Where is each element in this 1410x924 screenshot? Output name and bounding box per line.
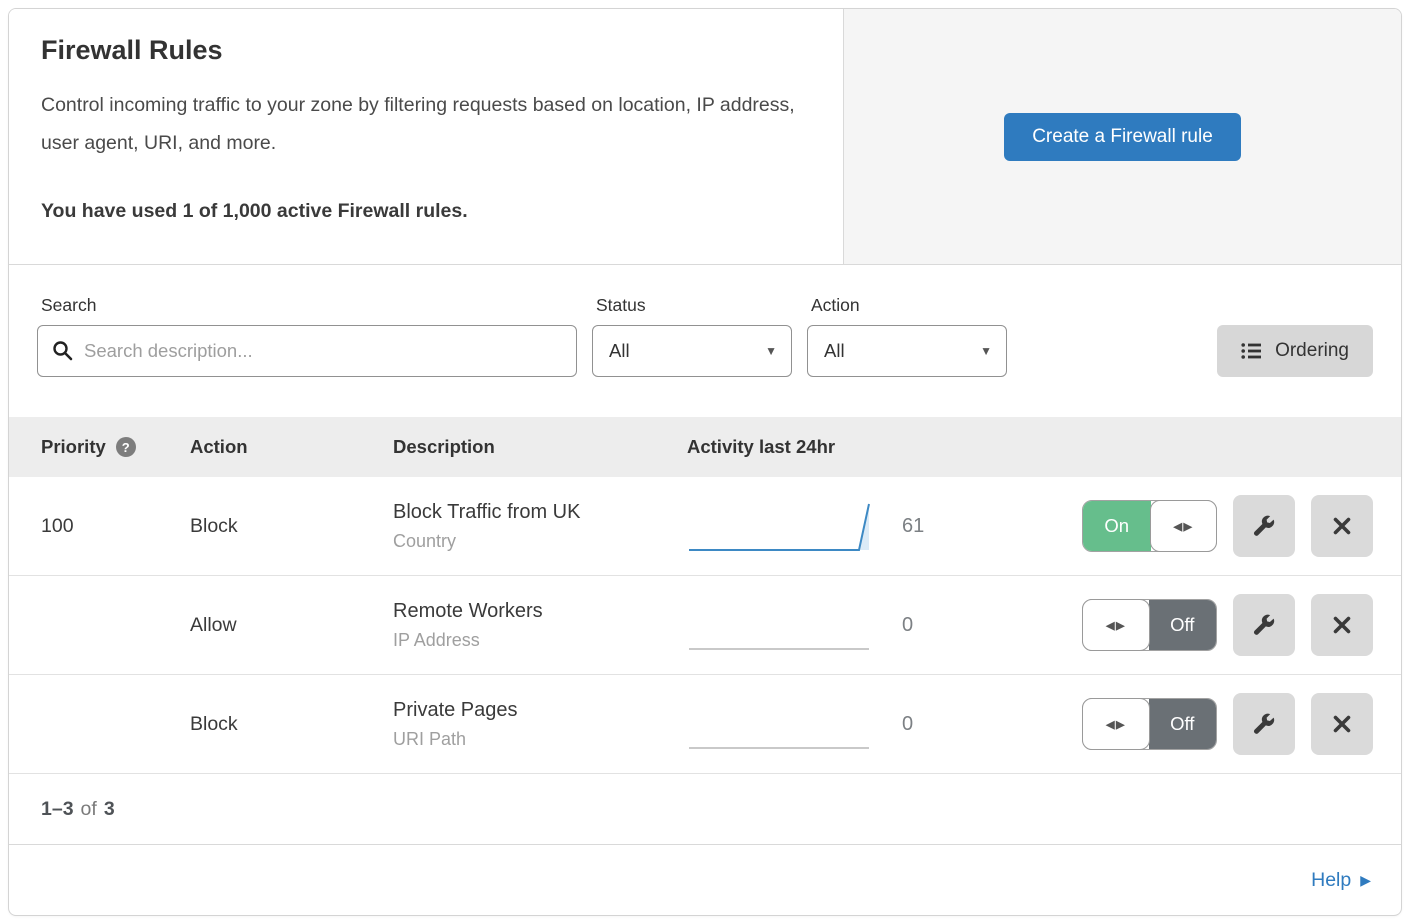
- toggle-on-label: On: [1083, 501, 1151, 551]
- rule-match-type: URI Path: [393, 729, 687, 750]
- header-action-panel: Create a Firewall rule: [844, 9, 1401, 264]
- chevron-down-icon: ▼: [765, 344, 777, 358]
- description-cell: Block Traffic from UK Country: [393, 501, 687, 552]
- page-description: Control incoming traffic to your zone by…: [41, 86, 803, 162]
- description-cell: Remote Workers IP Address: [393, 600, 687, 651]
- column-header-description: Description: [393, 436, 687, 458]
- toggle-handle-icon: ◂▸: [1082, 599, 1150, 651]
- search-label: Search: [37, 295, 577, 316]
- rule-match-type: IP Address: [393, 630, 687, 651]
- edit-rule-button[interactable]: [1233, 594, 1295, 656]
- rule-match-type: Country: [393, 531, 687, 552]
- rule-enabled-toggle[interactable]: ◂▸ Off: [1082, 698, 1217, 750]
- help-bar: Help ▶: [9, 844, 1401, 915]
- search-icon: [51, 339, 75, 363]
- delete-rule-button[interactable]: [1311, 594, 1373, 656]
- status-select[interactable]: All ▼: [592, 325, 792, 377]
- action-select[interactable]: All ▼: [807, 325, 1007, 377]
- activity-count: 61: [902, 515, 992, 538]
- toggle-off-label: Off: [1149, 699, 1217, 749]
- search-input[interactable]: [37, 325, 577, 377]
- pagination-bar: 1–3 of 3: [9, 774, 1401, 844]
- column-header-activity: Activity last 24hr: [687, 436, 835, 458]
- close-icon: [1330, 514, 1354, 538]
- toggle-off-label: Off: [1149, 600, 1217, 650]
- table-row: Allow Remote Workers IP Address 0 ◂▸ Off: [9, 576, 1401, 675]
- rule-enabled-toggle[interactable]: On ◂▸: [1082, 500, 1217, 552]
- action-field-group: Action All ▼: [807, 295, 1007, 377]
- close-icon: [1330, 613, 1354, 637]
- activity-sparkline-cell: [687, 494, 902, 558]
- row-controls: ◂▸ Off: [1082, 594, 1401, 656]
- status-selected-value: All: [609, 340, 630, 362]
- activity-sparkline-cell: [687, 593, 902, 657]
- activity-sparkline: [687, 593, 887, 657]
- pagination-of: of: [81, 798, 97, 821]
- status-label: Status: [592, 295, 792, 316]
- table-row: Block Private Pages URI Path 0 ◂▸ Off: [9, 675, 1401, 774]
- action-cell: Block: [190, 515, 393, 538]
- action-label: Action: [807, 295, 1007, 316]
- delete-rule-button[interactable]: [1311, 495, 1373, 557]
- activity-sparkline: [687, 692, 887, 756]
- activity-sparkline: [687, 494, 887, 558]
- rule-description: Block Traffic from UK: [393, 501, 687, 524]
- priority-help-icon[interactable]: ?: [116, 437, 136, 457]
- column-header-action: Action: [190, 436, 393, 458]
- firewall-rules-card: Firewall Rules Control incoming traffic …: [8, 8, 1402, 916]
- activity-count: 0: [902, 713, 992, 736]
- status-field-group: Status All ▼: [592, 295, 792, 377]
- row-controls: On ◂▸: [1082, 495, 1401, 557]
- help-link[interactable]: Help ▶: [1311, 869, 1371, 892]
- help-link-label: Help: [1311, 869, 1351, 892]
- pagination-total: 3: [104, 798, 115, 821]
- priority-cell: 100: [9, 515, 190, 538]
- ordering-button-label: Ordering: [1275, 340, 1349, 362]
- edit-rule-button[interactable]: [1233, 495, 1295, 557]
- pagination-range: 1–3: [41, 798, 74, 821]
- rule-description: Remote Workers: [393, 600, 687, 623]
- page-title: Firewall Rules: [41, 35, 803, 66]
- usage-summary: You have used 1 of 1,000 active Firewall…: [41, 200, 803, 223]
- activity-count: 0: [902, 614, 992, 637]
- action-selected-value: All: [824, 340, 845, 362]
- table-row: 100 Block Block Traffic from UK Country …: [9, 477, 1401, 576]
- column-header-priority: Priority ?: [9, 436, 190, 458]
- wrench-icon: [1251, 711, 1277, 737]
- wrench-icon: [1251, 612, 1277, 638]
- filter-bar: Search Status All ▼ Action All ▼: [9, 265, 1401, 417]
- action-cell: Block: [190, 713, 393, 736]
- priority-header-label: Priority: [41, 436, 106, 458]
- table-header-row: Priority ? Action Description Activity l…: [9, 417, 1401, 477]
- wrench-icon: [1251, 513, 1277, 539]
- action-cell: Allow: [190, 614, 393, 637]
- header-text-panel: Firewall Rules Control incoming traffic …: [9, 9, 844, 264]
- toggle-handle-icon: ◂▸: [1082, 698, 1150, 750]
- header-section: Firewall Rules Control incoming traffic …: [9, 9, 1401, 265]
- search-box: [37, 325, 577, 377]
- close-icon: [1330, 712, 1354, 736]
- toggle-handle-icon: ◂▸: [1150, 500, 1218, 552]
- delete-rule-button[interactable]: [1311, 693, 1373, 755]
- list-icon: [1241, 342, 1263, 360]
- row-controls: ◂▸ Off: [1082, 693, 1401, 755]
- description-cell: Private Pages URI Path: [393, 699, 687, 750]
- create-firewall-rule-button[interactable]: Create a Firewall rule: [1004, 113, 1241, 161]
- ordering-button[interactable]: Ordering: [1217, 325, 1373, 377]
- activity-sparkline-cell: [687, 692, 902, 756]
- rule-description: Private Pages: [393, 699, 687, 722]
- search-field-group: Search: [37, 295, 577, 377]
- rule-enabled-toggle[interactable]: ◂▸ Off: [1082, 599, 1217, 651]
- arrow-right-icon: ▶: [1360, 872, 1371, 889]
- chevron-down-icon: ▼: [980, 344, 992, 358]
- edit-rule-button[interactable]: [1233, 693, 1295, 755]
